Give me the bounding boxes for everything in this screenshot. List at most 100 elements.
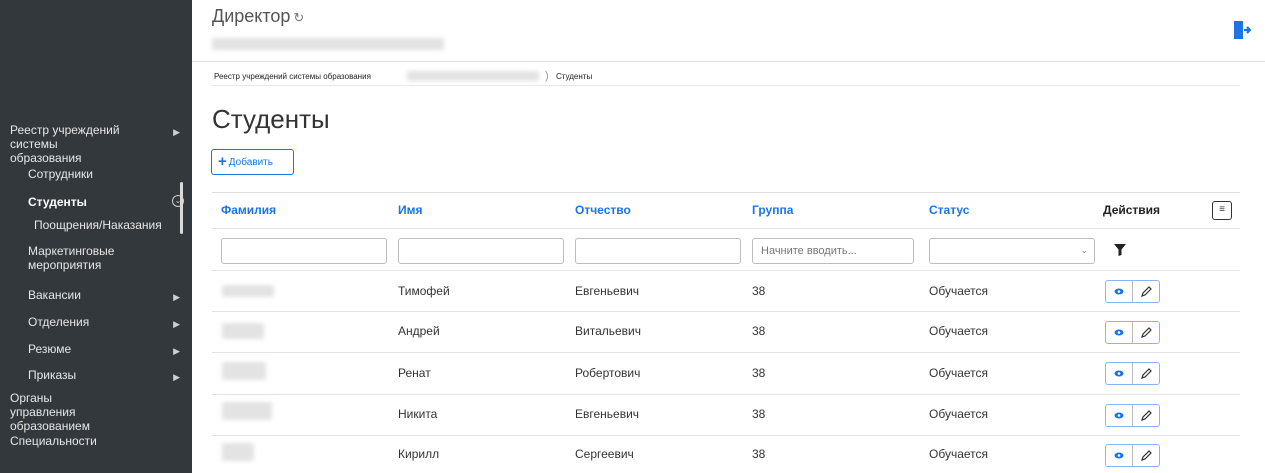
sidebar-item-label: Специальности <box>10 434 97 448</box>
cell-name: Тимофей <box>398 284 450 298</box>
organization-name-redacted <box>212 38 444 50</box>
cell-group: 38 <box>752 366 766 380</box>
top-header: Директор ↻ <box>192 0 1265 62</box>
sidebar-scrollbar[interactable] <box>180 182 183 234</box>
cell-patronymic: Евгеньевич <box>575 407 640 421</box>
sidebar-item-resumes[interactable]: Резюме ▶ <box>28 342 188 356</box>
cell-status: Обучается <box>929 407 989 421</box>
cell-patronymic: Сергеевич <box>575 447 634 461</box>
row-actions <box>1105 404 1160 427</box>
cell-group: 38 <box>752 447 766 461</box>
sidebar-item-students[interactable]: Студенты ⌄ <box>28 195 186 209</box>
cell-status: Обучается <box>929 447 989 461</box>
sidebar-item-marketing[interactable]: Маркетинговые мероприятия <box>28 244 178 272</box>
view-button[interactable] <box>1106 281 1133 302</box>
pencil-icon <box>1140 368 1152 379</box>
eye-icon <box>1114 452 1124 459</box>
sidebar-item-departments[interactable]: Отделения ▶ <box>28 315 188 329</box>
cell-patronymic: Робертович <box>575 366 641 380</box>
surname-redacted <box>222 323 264 339</box>
eye-icon <box>1114 370 1124 377</box>
pencil-icon <box>1140 410 1152 421</box>
arrow-right-icon: ▶ <box>173 319 180 329</box>
sidebar-item-label: Реестр учреждений системы образования <box>10 123 120 165</box>
logout-icon[interactable] <box>1233 20 1251 40</box>
row-divider <box>212 435 1240 436</box>
sidebar-item-registry[interactable]: Реестр учреждений системы образования ▶ <box>10 123 188 165</box>
cell-status: Обучается <box>929 324 989 338</box>
row-divider <box>212 394 1240 395</box>
row-divider <box>212 352 1240 353</box>
cell-name: Никита <box>398 407 438 421</box>
column-settings-button[interactable]: ≡ <box>1212 201 1232 220</box>
filter-patronymic-input[interactable] <box>575 238 741 264</box>
sidebar-item-label: Приказы <box>28 368 77 382</box>
sidebar-item-label: Вакансии <box>28 288 81 302</box>
view-button[interactable] <box>1106 322 1133 343</box>
cell-status: Обучается <box>929 366 989 380</box>
filter-divider <box>212 270 1240 271</box>
cell-group: 38 <box>752 284 766 298</box>
sidebar-item-specialties[interactable]: Специальности <box>10 434 170 448</box>
row-actions <box>1105 444 1160 467</box>
column-header-group[interactable]: Группа <box>752 203 793 217</box>
breadcrumb: Реестр учреждений системы образования ) … <box>212 66 1240 86</box>
view-button[interactable] <box>1106 363 1133 384</box>
sidebar-item-vacancies[interactable]: Вакансии ▶ <box>28 288 188 302</box>
add-button-label: Добавить <box>228 156 273 168</box>
sidebar: Реестр учреждений системы образования ▶ … <box>0 0 192 473</box>
sidebar-item-label: Сотрудники <box>28 167 93 181</box>
column-header-actions: Действия <box>1103 203 1161 217</box>
filter-surname-input[interactable] <box>221 238 387 264</box>
breadcrumb-organization-redacted <box>407 71 539 81</box>
arrow-right-icon: ▶ <box>173 127 180 137</box>
table-top-border <box>212 192 1240 193</box>
surname-redacted <box>222 285 274 297</box>
eye-icon <box>1114 412 1124 419</box>
view-button[interactable] <box>1106 445 1133 466</box>
sidebar-item-label: Маркетинговые мероприятия <box>28 244 115 272</box>
edit-button[interactable] <box>1133 281 1159 302</box>
filter-icon[interactable] <box>1114 243 1126 257</box>
arrow-right-icon: ▶ <box>173 372 180 382</box>
cell-group: 38 <box>752 324 766 338</box>
role-label: Директор <box>212 6 291 26</box>
pencil-icon <box>1140 286 1152 297</box>
header-divider <box>212 228 1240 229</box>
sidebar-item-employees[interactable]: Сотрудники <box>28 167 188 181</box>
pencil-icon <box>1140 450 1152 461</box>
view-button[interactable] <box>1106 405 1133 426</box>
filter-group-input[interactable] <box>752 238 914 264</box>
breadcrumb-root-link[interactable]: Реестр учреждений системы образования <box>214 72 371 81</box>
edit-button[interactable] <box>1133 363 1159 384</box>
sidebar-item-orders[interactable]: Приказы ▶ <box>28 368 188 382</box>
plus-icon: + <box>218 153 227 170</box>
arrow-right-icon: ▶ <box>173 346 180 356</box>
column-header-name[interactable]: Имя <box>398 203 423 217</box>
cell-name: Ренат <box>398 366 431 380</box>
edit-button[interactable] <box>1133 322 1159 343</box>
column-header-patronymic[interactable]: Отчество <box>575 203 631 217</box>
refresh-icon[interactable]: ↻ <box>293 10 304 25</box>
eye-icon <box>1114 329 1124 336</box>
sidebar-item-rewards[interactable]: Поощрения/Наказания <box>34 218 184 232</box>
column-header-surname[interactable]: Фамилия <box>221 203 276 217</box>
sidebar-item-authorities[interactable]: Органы управления образованием <box>10 391 170 433</box>
cell-name: Андрей <box>398 324 440 338</box>
sidebar-item-label: Отделения <box>28 315 90 329</box>
sidebar-item-label: Органы управления образованием <box>10 391 90 433</box>
add-student-button[interactable]: + Добавить <box>211 149 294 175</box>
edit-button[interactable] <box>1133 445 1159 466</box>
filter-status-select[interactable]: ⌄ <box>929 238 1095 264</box>
cell-patronymic: Витальевич <box>575 324 641 338</box>
row-actions <box>1105 280 1160 303</box>
breadcrumb-separator: ) <box>545 70 549 82</box>
chevron-down-icon: ⌄ <box>1080 245 1088 255</box>
cell-patronymic: Евгеньевич <box>575 284 640 298</box>
breadcrumb-current: Студенты <box>556 72 593 81</box>
column-header-status[interactable]: Статус <box>929 203 969 217</box>
sidebar-item-label: Резюме <box>28 342 72 356</box>
filter-name-input[interactable] <box>398 238 564 264</box>
edit-button[interactable] <box>1133 405 1159 426</box>
eye-icon <box>1114 288 1124 295</box>
